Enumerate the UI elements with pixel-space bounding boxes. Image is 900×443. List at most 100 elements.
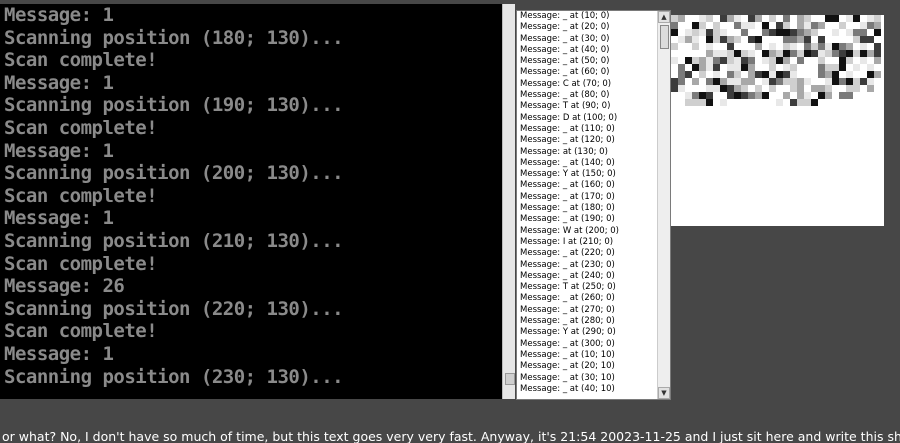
list-item[interactable]: Message: _ at (30; 0) xyxy=(517,34,670,45)
console-line: Message: 1 xyxy=(4,207,114,230)
list-item[interactable]: Message: I at (210; 0) xyxy=(517,237,670,248)
scan-pixel xyxy=(853,50,860,57)
list-item[interactable]: Message: _ at (300; 0) xyxy=(517,339,670,350)
scan-pixel xyxy=(853,85,860,92)
list-item[interactable]: Message: Y at (290; 0) xyxy=(517,327,670,338)
scan-pixel xyxy=(762,50,769,57)
scroll-down-arrow-icon[interactable]: ▼ xyxy=(658,387,670,399)
scan-pixel xyxy=(671,15,678,22)
list-item[interactable]: Message: _ at (20; 10) xyxy=(517,361,670,372)
scan-pixel xyxy=(692,50,699,57)
list-item[interactable]: Message: _ at (270; 0) xyxy=(517,305,670,316)
status-ticker-bar: or what? No, I don't have so much of tim… xyxy=(0,424,900,443)
scan-pixel xyxy=(762,78,769,85)
scan-pixel xyxy=(846,92,853,99)
message-list-scrollbar[interactable]: ▲ ▼ xyxy=(657,11,670,399)
list-item[interactable]: Message: T at (250; 0) xyxy=(517,282,670,293)
list-item[interactable]: Message: _ at (260; 0) xyxy=(517,293,670,304)
list-item[interactable]: Message: _ at (40; 0) xyxy=(517,45,670,56)
scan-pixel xyxy=(790,36,797,43)
list-item[interactable]: Message: Y at (150; 0) xyxy=(517,169,670,180)
console-line: Message: 1 xyxy=(4,342,114,365)
list-item[interactable]: Message: _ at (190; 0) xyxy=(517,214,670,225)
list-item[interactable]: Message: _ at (240; 0) xyxy=(517,271,670,282)
scan-pixel xyxy=(846,50,853,57)
scan-pixel xyxy=(860,99,867,106)
list-item[interactable]: Message: D at (100; 0) xyxy=(517,113,670,124)
list-item[interactable]: Message: _ at (220; 0) xyxy=(517,248,670,259)
scan-pixel xyxy=(825,78,832,85)
scan-pixel xyxy=(685,36,692,43)
scan-pixel xyxy=(874,36,881,43)
list-item[interactable]: Message: at (130; 0) xyxy=(517,147,670,158)
scan-pixel xyxy=(748,92,755,99)
scan-pixel xyxy=(706,92,713,99)
console-line: Scanning position (220; 130)... xyxy=(4,297,344,320)
scan-pixel xyxy=(720,92,727,99)
scan-pixel xyxy=(832,57,839,64)
scan-pixel xyxy=(846,57,853,64)
scan-pixel xyxy=(818,22,825,29)
scan-pixel xyxy=(706,64,713,71)
list-item[interactable]: Message: _ at (140; 0) xyxy=(517,158,670,169)
scan-pixel xyxy=(860,15,867,22)
list-item[interactable]: Message: _ at (40; 10) xyxy=(517,384,670,395)
scan-pixel xyxy=(832,29,839,36)
scan-pixel xyxy=(811,99,818,106)
message-list[interactable]: Message: _ at (10; 0) Message: _ at (20; … xyxy=(516,10,671,400)
list-item[interactable]: Message: _ at (60; 0) xyxy=(517,67,670,78)
scan-pixel xyxy=(741,64,748,71)
scan-pixel xyxy=(867,36,874,43)
scan-pixel xyxy=(790,99,797,106)
scan-pixel xyxy=(811,43,818,50)
scan-pixel xyxy=(748,29,755,36)
scan-pixel xyxy=(874,92,881,99)
list-item[interactable]: Message: _ at (50; 0) xyxy=(517,56,670,67)
scan-pixel xyxy=(769,57,776,64)
scan-pixel xyxy=(860,92,867,99)
list-item[interactable]: Message: _ at (20; 0) xyxy=(517,22,670,33)
scan-pixel xyxy=(692,64,699,71)
list-item[interactable]: Message: _ at (80; 0) xyxy=(517,90,670,101)
list-item[interactable]: Message: _ at (10; 10) xyxy=(517,350,670,361)
scan-pixel xyxy=(846,78,853,85)
scan-pixel xyxy=(671,57,678,64)
list-item[interactable]: Message: C at (70; 0) xyxy=(517,79,670,90)
list-item[interactable]: Message: _ at (280; 0) xyxy=(517,316,670,327)
scan-pixel xyxy=(692,99,699,106)
console-scrollbar[interactable] xyxy=(502,4,515,399)
console-line: Message: 26 xyxy=(4,275,125,298)
list-item[interactable]: Message: _ at (30; 10) xyxy=(517,373,670,384)
list-item[interactable]: Message: _ at (230; 0) xyxy=(517,260,670,271)
scan-pixel xyxy=(825,50,832,57)
list-item[interactable]: Message: _ at (10; 0) xyxy=(517,11,670,22)
message-list-scroll-thumb[interactable] xyxy=(660,25,669,49)
scroll-up-arrow-icon[interactable]: ▲ xyxy=(658,11,670,23)
list-item[interactable]: Message: W at (200; 0) xyxy=(517,226,670,237)
scan-pixel xyxy=(699,29,706,36)
scan-pixel xyxy=(874,43,881,50)
scan-pixel xyxy=(867,22,874,29)
list-item[interactable]: Message: _ at (110; 0) xyxy=(517,124,670,135)
list-item[interactable]: Message: _ at (160; 0) xyxy=(517,180,670,191)
list-item[interactable]: Message: _ at (170; 0) xyxy=(517,192,670,203)
scan-pixel xyxy=(860,64,867,71)
scan-pixel xyxy=(776,99,783,106)
console-line: Scanning position (190; 130)... xyxy=(4,94,344,117)
scan-pixel xyxy=(734,22,741,29)
scan-pixel xyxy=(797,29,804,36)
scan-pixel xyxy=(797,50,804,57)
list-item[interactable]: Message: _ at (120; 0) xyxy=(517,135,670,146)
scan-pixel xyxy=(769,22,776,29)
scan-pixel xyxy=(846,71,853,78)
scan-pixel xyxy=(685,85,692,92)
scan-pixel xyxy=(720,71,727,78)
scan-pixel xyxy=(825,99,832,106)
console-scroll-thumb[interactable] xyxy=(505,373,515,385)
scan-pixel xyxy=(741,50,748,57)
list-item[interactable]: Message: _ at (180; 0) xyxy=(517,203,670,214)
scan-pixel-grid xyxy=(671,15,884,106)
scan-pixel xyxy=(790,57,797,64)
scan-pixel xyxy=(720,85,727,92)
list-item[interactable]: Message: T at (90; 0) xyxy=(517,101,670,112)
